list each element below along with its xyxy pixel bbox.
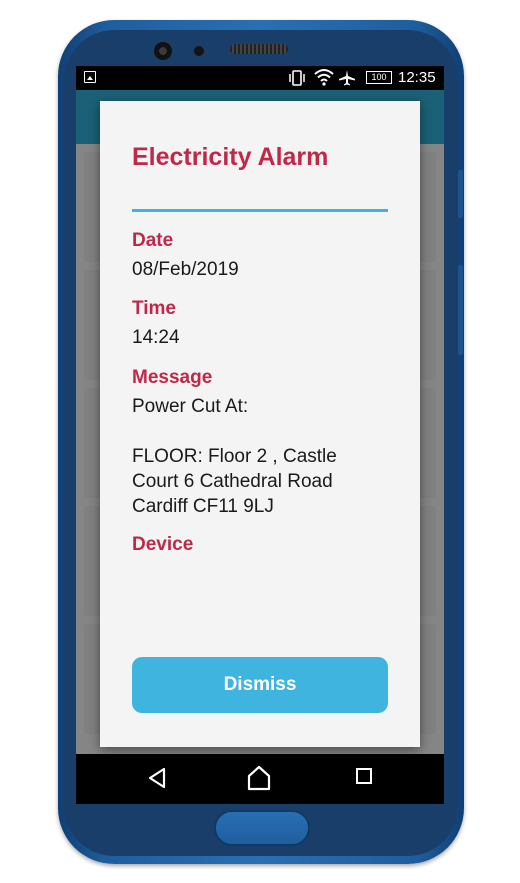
- time-value: 14:24: [132, 327, 180, 348]
- title-divider: [132, 209, 388, 212]
- back-icon[interactable]: [146, 766, 168, 790]
- alarm-dialog: Electricity Alarm Date 08/Feb/2019 Time …: [100, 101, 420, 747]
- image-icon: [84, 71, 96, 83]
- proximity-sensor: [194, 46, 204, 56]
- earpiece-speaker: [230, 44, 288, 54]
- airplane-icon: [339, 70, 355, 86]
- vibrate-icon: [289, 70, 305, 86]
- volume-button: [458, 265, 463, 355]
- device-label: Device: [132, 534, 194, 555]
- message-label: Message: [132, 367, 213, 388]
- status-bar: 100 12:35: [76, 66, 444, 90]
- power-button: [458, 170, 463, 218]
- recent-apps-icon[interactable]: [356, 768, 372, 784]
- message-value: Power Cut At: FLOOR: Floor 2 , Castle Co…: [132, 396, 337, 517]
- date-value: 08/Feb/2019: [132, 259, 239, 280]
- time-label: Time: [132, 298, 177, 319]
- battery-icon: 100: [366, 71, 392, 84]
- front-camera: [154, 42, 172, 60]
- date-label: Date: [132, 230, 174, 251]
- dismiss-button[interactable]: Dismiss: [132, 657, 388, 713]
- dialog-title: Electricity Alarm: [132, 143, 329, 171]
- home-icon[interactable]: [246, 764, 272, 792]
- navigation-bar: [76, 754, 444, 804]
- wifi-icon: [314, 69, 334, 86]
- fingerprint-home-key: [214, 810, 310, 846]
- status-time: 12:35: [398, 69, 436, 86]
